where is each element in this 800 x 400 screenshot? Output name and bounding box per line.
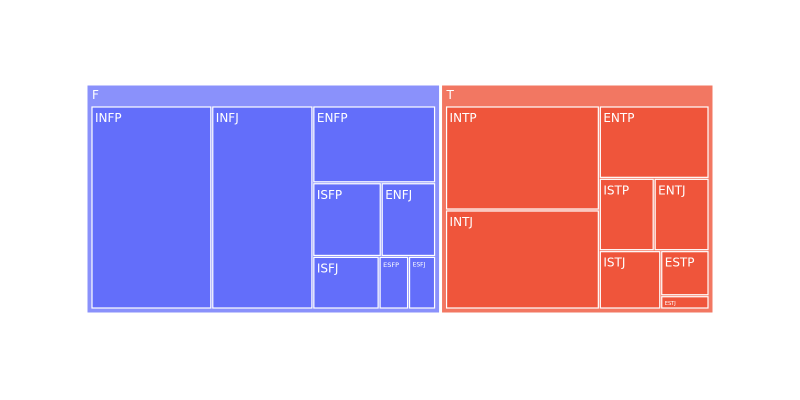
tile-entp[interactable]: ENTP (599, 106, 709, 178)
tile-intj[interactable]: INTJ (445, 210, 599, 309)
tile-entj-label: ENTJ (658, 183, 685, 197)
tile-estj-label: ESTJ (665, 301, 676, 307)
tile-istj-label: ISTJ (603, 256, 625, 270)
tile-istp-label: ISTP (603, 183, 629, 197)
tile-isfp-label: ISFP (317, 188, 342, 202)
tile-infp-label: INFP (95, 111, 122, 125)
treemap-chart: F INFP INFJ ENFP ISFP ENFJ ISFJ ESFP ESFJ T INTP IN… (86, 84, 714, 314)
tile-estp-label: ESTP (665, 256, 695, 270)
tile-esfp-label: ESFP (383, 261, 399, 269)
tile-infj[interactable]: INFJ (212, 106, 313, 309)
tile-enfj-label: ENFJ (385, 188, 412, 202)
tile-infj-rect[interactable] (212, 106, 313, 309)
tile-esfp[interactable]: ESFP (379, 256, 409, 309)
tile-enfj[interactable]: ENFJ (381, 183, 436, 257)
tile-infp[interactable]: INFP (91, 106, 212, 309)
group-t[interactable]: T INTP INTJ ENTP ISTP ENTJ ISTJ ESTP ESTJ (441, 84, 714, 314)
tile-entj[interactable]: ENTJ (654, 178, 709, 251)
tile-estp[interactable]: ESTP (661, 251, 709, 296)
group-f[interactable]: F INFP INFJ ENFP ISFP ENFJ ISFJ ESFP ESFJ (86, 84, 441, 314)
tile-enfp[interactable]: ENFP (313, 106, 436, 183)
tile-isfj[interactable]: ISFJ (313, 256, 379, 309)
group-f-label: F (92, 88, 99, 102)
group-t-label: T (446, 88, 455, 102)
tile-esfj[interactable]: ESFJ (408, 256, 436, 309)
tile-estj[interactable]: ESTJ (661, 296, 709, 309)
tile-esfj-label: ESFJ (413, 261, 426, 268)
tile-istj[interactable]: ISTJ (599, 251, 661, 309)
tile-infj-label: INFJ (216, 111, 239, 125)
tile-intp[interactable]: INTP (445, 106, 599, 210)
tile-enfp-label: ENFP (317, 111, 348, 125)
tile-infp-rect[interactable] (91, 106, 212, 309)
tile-entp-label: ENTP (603, 111, 634, 125)
tile-intj-label: INTJ (450, 215, 473, 229)
tile-isfp[interactable]: ISFP (313, 183, 381, 257)
tile-isfj-label: ISFJ (317, 261, 339, 275)
tile-intp-label: INTP (450, 111, 477, 125)
tile-istp[interactable]: ISTP (599, 178, 654, 251)
